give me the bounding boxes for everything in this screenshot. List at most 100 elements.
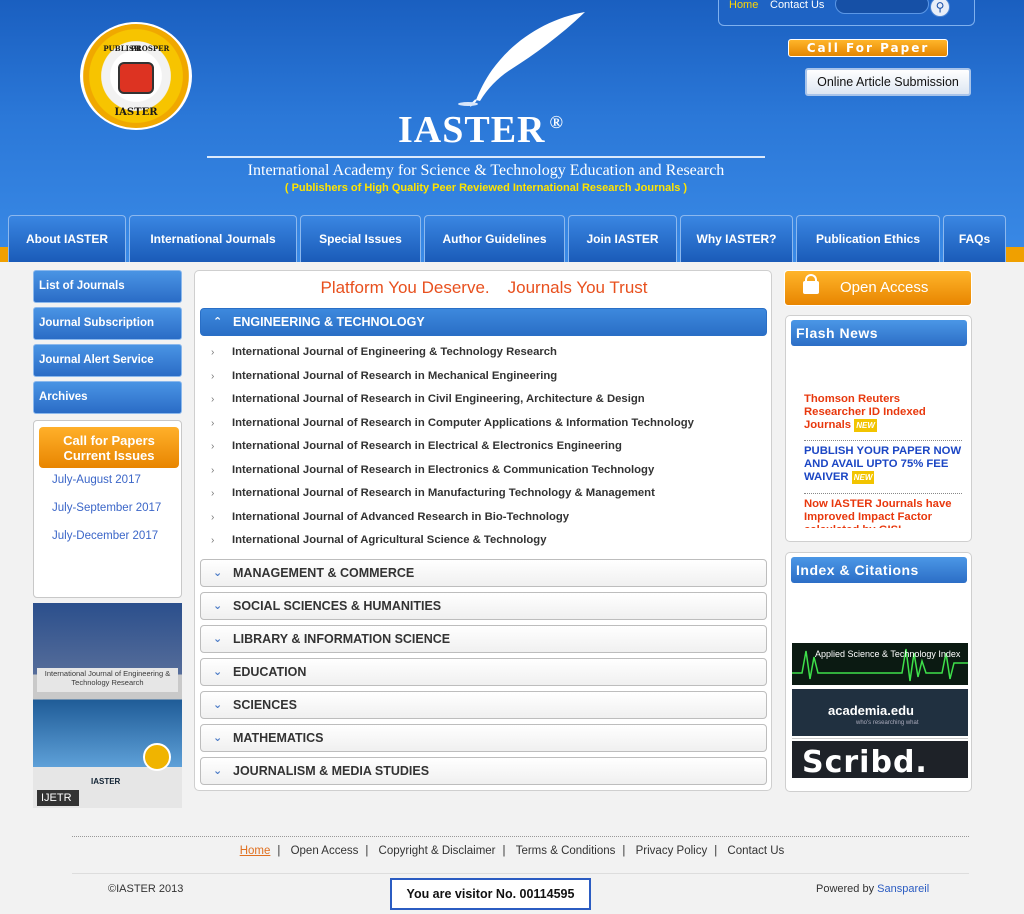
copyright-text: ©IASTER 2013 <box>108 883 184 895</box>
footer-links: Home | Open Access | Copyright & Disclaime… <box>0 845 1024 857</box>
new-badge: NEW <box>851 471 875 484</box>
section-management[interactable]: ⌄ MANAGEMENT & COMMERCE <box>200 559 767 587</box>
sanspareil-link[interactable]: Sanspareil <box>877 883 929 895</box>
brand-title: IASTER ® <box>398 108 564 152</box>
slogan-part-a: Platform You Deserve. <box>320 278 490 297</box>
tab-faqs[interactable]: FAQs <box>943 215 1006 262</box>
journal-link[interactable]: International Journal of Research in Com… <box>232 417 694 429</box>
chevron-down-icon: ⌄ <box>213 699 223 711</box>
bullet-icon: › <box>211 465 215 476</box>
section-engineering[interactable]: ⌃ ENGINEERING & TECHNOLOGY <box>200 308 767 336</box>
academia-badge[interactable]: academia.edu who's researching what <box>792 689 968 736</box>
open-access-button[interactable]: Open Access <box>784 270 972 306</box>
sidebar-item-subscription[interactable]: Journal Subscription <box>33 307 182 340</box>
journal-cover-image[interactable]: International Journal of Engineering & T… <box>33 603 182 808</box>
lock-icon <box>803 274 819 294</box>
cover-title: International Journal of Engineering & T… <box>37 668 178 692</box>
bullet-icon: › <box>211 535 215 546</box>
call-for-paper-button[interactable]: Call For Paper <box>788 39 948 57</box>
journal-link[interactable]: International Journal of Engineering & T… <box>232 346 557 358</box>
journal-link[interactable]: International Journal of Agricultural Sc… <box>232 534 546 546</box>
header-divider <box>207 156 765 158</box>
bullet-icon: › <box>211 418 215 429</box>
section-mathematics[interactable]: ⌄ MATHEMATICS <box>200 724 767 752</box>
section-education[interactable]: ⌄ EDUCATION <box>200 658 767 686</box>
top-home-link[interactable]: Home <box>729 0 758 11</box>
bullet-icon: › <box>211 394 215 405</box>
open-access-label: Open Access <box>840 279 929 296</box>
scribd-badge[interactable]: Scribd. <box>792 738 968 778</box>
bullet-icon: › <box>211 441 215 452</box>
registered-mark: ® <box>549 112 564 132</box>
flash-news-heading: Flash News <box>791 320 967 346</box>
tab-why[interactable]: Why IASTER? <box>680 215 793 262</box>
cover-brand: IASTER <box>91 777 121 786</box>
section-social-sciences[interactable]: ⌄ SOCIAL SCIENCES & HUMANITIES <box>200 592 767 620</box>
call-for-papers-panel: Call for Papers Current Issues July-Augu… <box>33 420 182 598</box>
issue-link[interactable]: July-August 2017 <box>52 474 141 486</box>
site-header: Home Contact Us ⚲ Call For Paper Online … <box>0 0 1024 262</box>
academia-label: academia.edu <box>828 703 914 718</box>
quill-feather-icon <box>458 12 585 107</box>
section-label: MATHEMATICS <box>233 731 324 745</box>
separator: | <box>714 845 718 857</box>
footer-link-privacy[interactable]: Privacy Policy <box>629 845 715 857</box>
journal-link[interactable]: International Journal of Research in Ele… <box>232 440 622 452</box>
section-journalism[interactable]: ⌄ JOURNALISM & MEDIA STUDIES <box>200 757 767 785</box>
slogan-part-b: Journals You Trust <box>507 278 648 297</box>
tab-ethics[interactable]: Publication Ethics <box>796 215 940 262</box>
search-input[interactable] <box>835 0 929 14</box>
tab-special-issues[interactable]: Special Issues <box>300 215 421 262</box>
chevron-down-icon: ⌄ <box>213 732 223 744</box>
iaster-logo[interactable]: PUBLISH PROSPER IASTER <box>80 22 192 130</box>
tab-about[interactable]: About IASTER <box>8 215 126 262</box>
journal-link[interactable]: International Journal of Research in Man… <box>232 487 655 499</box>
logo-emblem <box>118 62 154 94</box>
news-item[interactable]: Thomson Reuters Researcher ID Indexed Jo… <box>804 393 964 432</box>
news-divider <box>804 440 962 441</box>
journals-panel: Platform You Deserve. Journals You Trust … <box>194 270 772 791</box>
tab-author-guidelines[interactable]: Author Guidelines <box>424 215 565 262</box>
slogan: Platform You Deserve. Journals You Trust <box>195 278 773 298</box>
section-label: LIBRARY & INFORMATION SCIENCE <box>233 632 451 646</box>
sidebar-item-list-of-journals[interactable]: List of Journals <box>33 270 182 303</box>
footer-divider <box>72 836 969 837</box>
logo-prosper-text: PROSPER <box>130 44 170 53</box>
brand-name: IASTER <box>398 109 546 151</box>
separator: | <box>622 845 626 857</box>
journal-link[interactable]: International Journal of Research in Civ… <box>232 393 645 405</box>
issue-link[interactable]: July-September 2017 <box>52 502 161 514</box>
news-item[interactable]: Now IASTER Journals have Improved Impact… <box>804 498 964 528</box>
astindex-badge[interactable]: Applied Science & Technology Index <box>792 643 968 685</box>
footer-link-open-access[interactable]: Open Access <box>284 845 366 857</box>
call-for-papers-heading[interactable]: Call for Papers Current Issues <box>39 427 179 468</box>
top-contact-link[interactable]: Contact Us <box>770 0 824 11</box>
footer-rule <box>72 873 969 874</box>
section-sciences[interactable]: ⌄ SCIENCES <box>200 691 767 719</box>
footer-link-home[interactable]: Home <box>233 845 278 857</box>
academia-sub: who's researching what <box>856 720 919 726</box>
magnifier-icon[interactable]: ⚲ <box>930 0 950 17</box>
sidebar-item-archives[interactable]: Archives <box>33 381 182 414</box>
journal-link[interactable]: International Journal of Advanced Resear… <box>232 511 569 523</box>
news-item[interactable]: PUBLISH YOUR PAPER NOW AND AVAIL UPTO 75… <box>804 445 964 484</box>
journal-link[interactable]: International Journal of Research in Ele… <box>232 464 654 476</box>
index-citations-heading: Index & Citations <box>791 557 967 583</box>
section-library[interactable]: ⌄ LIBRARY & INFORMATION SCIENCE <box>200 625 767 653</box>
footer-link-contact[interactable]: Contact Us <box>720 845 791 857</box>
scribd-label: Scribd. <box>792 741 968 778</box>
visitor-counter: You are visitor No. 00114595 <box>390 878 591 910</box>
footer-link-terms[interactable]: Terms & Conditions <box>509 845 623 857</box>
separator: | <box>365 845 369 857</box>
news-divider <box>804 493 962 494</box>
tab-journals[interactable]: International Journals <box>129 215 297 262</box>
header-subtitle: International Academy for Science & Tech… <box>247 162 725 179</box>
new-badge: NEW <box>854 419 877 432</box>
sidebar-item-alert-service[interactable]: Journal Alert Service <box>33 344 182 377</box>
journal-link[interactable]: International Journal of Research in Mec… <box>232 370 557 382</box>
online-submission-button[interactable]: Online Article Submission <box>805 68 971 96</box>
footer-link-copyright[interactable]: Copyright & Disclaimer <box>372 845 503 857</box>
tab-join[interactable]: Join IASTER <box>568 215 677 262</box>
issue-link[interactable]: July-December 2017 <box>52 530 158 542</box>
section-label: ENGINEERING & TECHNOLOGY <box>233 315 425 329</box>
